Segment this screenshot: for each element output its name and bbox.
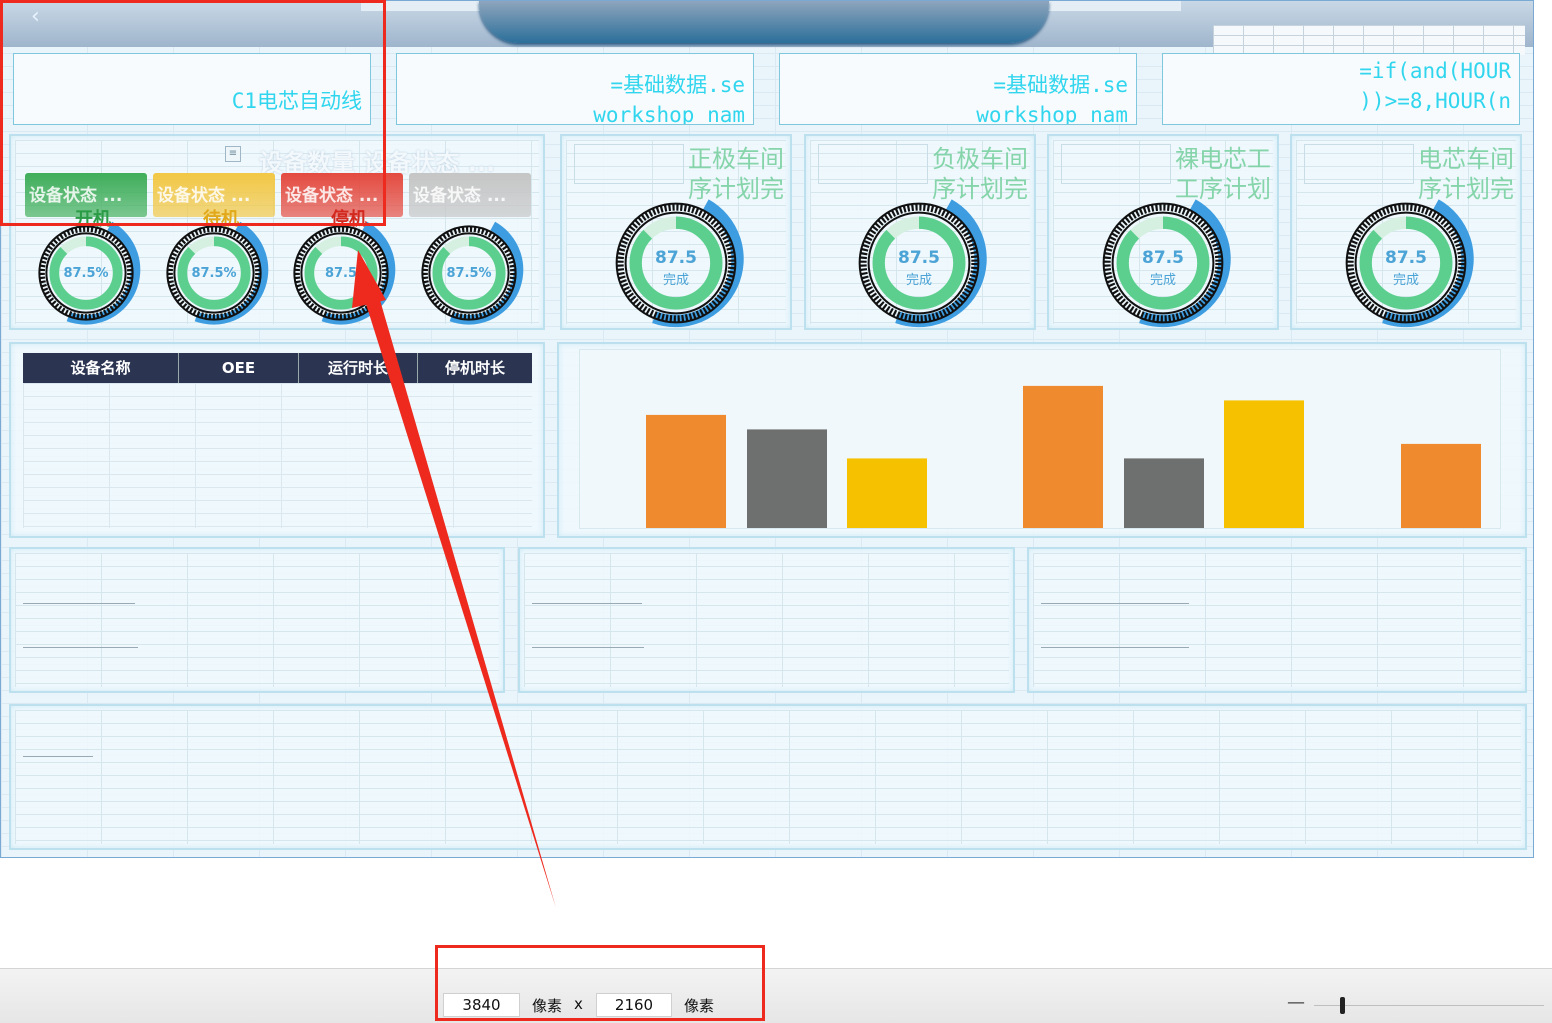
arrow-head-icon — [352, 250, 386, 308]
status-bar — [0, 968, 1552, 1023]
annotation-arrow — [352, 250, 556, 908]
zoom-slider-thumb[interactable] — [1340, 997, 1345, 1014]
zoom-slider-track[interactable] — [1314, 1005, 1544, 1006]
annotation-box-bottom — [435, 945, 765, 1021]
zoom-out-icon[interactable]: — — [1287, 992, 1305, 1013]
